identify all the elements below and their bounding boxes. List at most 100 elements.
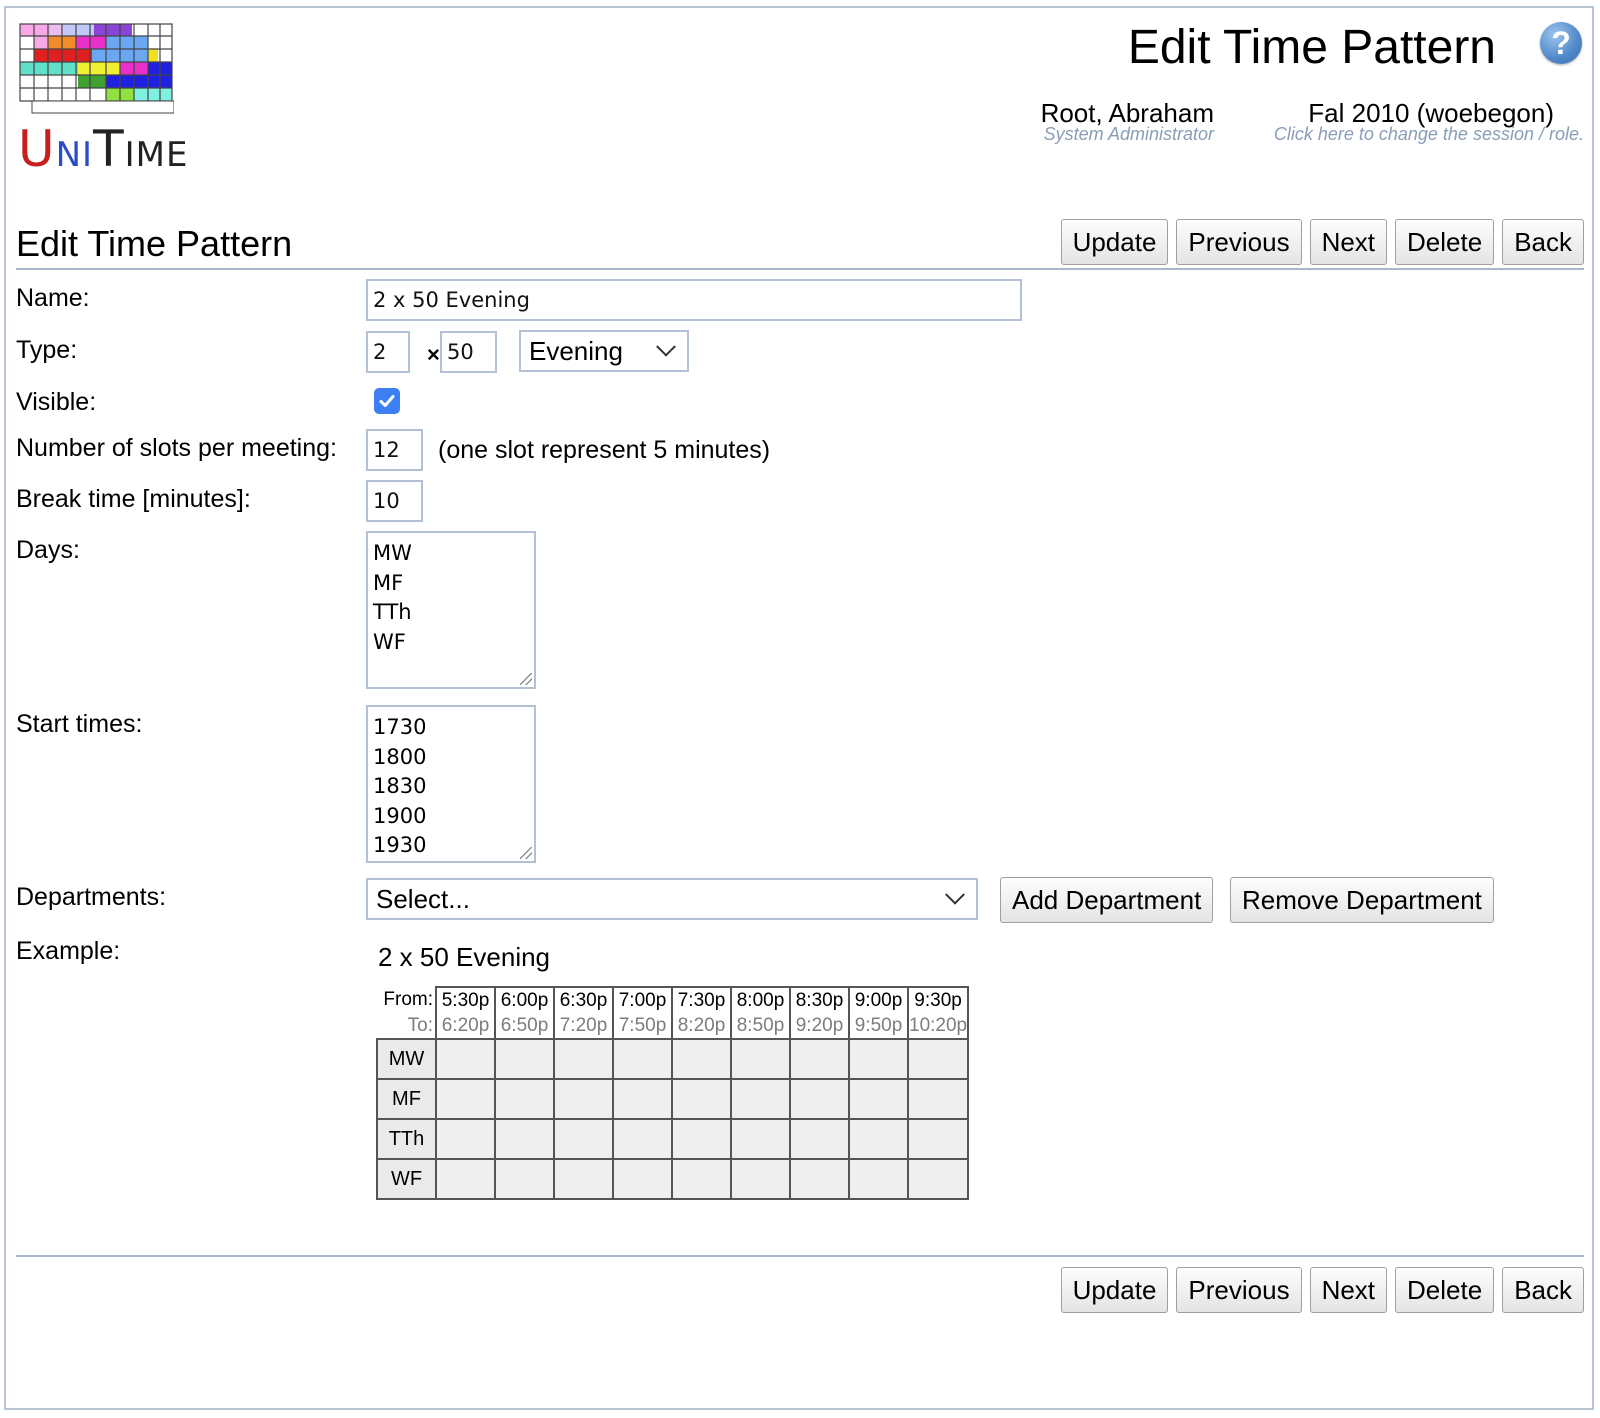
remove-department-button[interactable]: Remove Department	[1230, 877, 1494, 923]
departments-select[interactable]: Select...	[366, 878, 978, 920]
unitime-wordmark: UNITIME	[18, 124, 188, 174]
update-button[interactable]: Update	[1060, 1267, 1169, 1313]
grid-cell[interactable]	[789, 1038, 850, 1080]
from-time: 8:00p	[730, 986, 791, 1013]
grid-cell[interactable]	[435, 1078, 496, 1120]
grid-cell[interactable]	[612, 1158, 673, 1200]
from-time: 8:30p	[789, 986, 850, 1013]
grid-cell[interactable]	[789, 1118, 850, 1160]
grid-cell[interactable]	[435, 1118, 496, 1160]
grid-cell[interactable]	[612, 1038, 673, 1080]
grid-cell[interactable]	[494, 1158, 555, 1200]
to-time: 8:20p	[671, 1013, 732, 1039]
departments-label: Departments:	[16, 883, 167, 911]
grid-cell[interactable]	[553, 1118, 614, 1160]
back-button[interactable]: Back	[1502, 219, 1584, 265]
meetings-per-week-input[interactable]	[366, 331, 410, 373]
grid-row-header: TTh	[376, 1118, 437, 1160]
from-time: 9:30p	[906, 986, 970, 1013]
unitime-logo-icon	[18, 22, 174, 114]
previous-button[interactable]: Previous	[1176, 219, 1302, 265]
from-time: 6:30p	[553, 986, 614, 1013]
grid-cell[interactable]	[435, 1038, 496, 1080]
grid-cell[interactable]	[612, 1118, 673, 1160]
from-label: From:	[383, 989, 433, 1010]
visible-checkbox[interactable]	[374, 388, 400, 414]
grid-cell[interactable]	[730, 1118, 791, 1160]
from-time: 7:30p	[671, 986, 732, 1013]
type-select-value: Evening	[529, 335, 623, 366]
grid-cell[interactable]	[494, 1078, 555, 1120]
grid-cell[interactable]	[906, 1158, 970, 1200]
start-time-line: 1900	[373, 803, 427, 828]
name-input[interactable]	[366, 279, 1022, 321]
delete-button[interactable]: Delete	[1395, 219, 1495, 265]
grid-cell[interactable]	[671, 1078, 732, 1120]
checkmark-icon	[379, 395, 395, 407]
logo-letter-t: T	[93, 120, 125, 178]
grid-row-mw: MW	[376, 1038, 970, 1080]
slots-label: Number of slots per meeting:	[16, 434, 337, 462]
header-title: Edit Time Pattern	[1127, 21, 1496, 74]
minutes-per-meeting-input[interactable]	[440, 331, 497, 373]
delete-button[interactable]: Delete	[1395, 1267, 1495, 1313]
resize-handle-icon[interactable]	[520, 673, 532, 685]
grid-cell[interactable]	[612, 1078, 673, 1120]
to-time: 10:20p	[906, 1013, 970, 1039]
start-times-label: Start times:	[16, 710, 143, 738]
grid-cell[interactable]	[730, 1038, 791, 1080]
start-time-line: 1800	[373, 744, 427, 769]
grid-cell[interactable]	[671, 1118, 732, 1160]
chevron-down-icon	[945, 884, 965, 905]
grid-cell[interactable]	[789, 1158, 850, 1200]
update-button[interactable]: Update	[1060, 219, 1169, 265]
top-button-bar: Update Previous Next Delete Back	[1060, 219, 1584, 265]
grid-row-header: MW	[376, 1038, 437, 1080]
start-time-line: 1830	[373, 774, 427, 798]
from-time: 6:00p	[494, 986, 555, 1013]
slots-input[interactable]	[366, 429, 423, 471]
grid-cell[interactable]	[730, 1158, 791, 1200]
grid-cell[interactable]	[671, 1038, 732, 1080]
type-select[interactable]: Evening	[519, 330, 689, 372]
grid-cell[interactable]	[494, 1118, 555, 1160]
grid-cell[interactable]	[494, 1038, 555, 1080]
grid-cell[interactable]	[671, 1158, 732, 1200]
question-mark-icon[interactable]: ?	[1540, 22, 1582, 64]
example-time-grid: From: 5:30p 6:00p 6:30p 7:00p 7:30p 8:00…	[376, 986, 970, 1200]
grid-cell[interactable]	[906, 1078, 970, 1120]
grid-cell[interactable]	[848, 1118, 909, 1160]
visible-label: Visible:	[16, 388, 97, 416]
grid-cell[interactable]	[553, 1038, 614, 1080]
resize-handle-icon[interactable]	[520, 847, 532, 859]
back-button[interactable]: Back	[1502, 1267, 1584, 1313]
next-button[interactable]: Next	[1309, 219, 1388, 265]
grid-cell[interactable]	[906, 1038, 970, 1080]
grid-cell[interactable]	[848, 1158, 909, 1200]
grid-cell[interactable]	[906, 1118, 970, 1160]
to-time: 8:50p	[730, 1013, 791, 1039]
days-textarea[interactable]: MW MF TTh WF	[366, 531, 536, 689]
grid-cell[interactable]	[848, 1078, 909, 1120]
grid-cell[interactable]	[789, 1078, 850, 1120]
grid-row-mf: MF	[376, 1078, 970, 1120]
user-role[interactable]: System Administrator	[1044, 124, 1214, 145]
grid-cell[interactable]	[553, 1158, 614, 1200]
break-time-input[interactable]	[366, 480, 423, 522]
session-change-hint[interactable]: Click here to change the session / role.	[1274, 124, 1584, 145]
previous-button[interactable]: Previous	[1176, 1267, 1302, 1313]
start-times-textarea[interactable]: 1730 1800 1830 1900 1930	[366, 705, 536, 863]
header-divider	[16, 268, 1584, 270]
grid-cell[interactable]	[848, 1038, 909, 1080]
example-pattern-name: 2 x 50 Evening	[378, 942, 551, 972]
add-department-button[interactable]: Add Department	[1000, 877, 1214, 923]
start-time-line: 1930	[373, 833, 427, 857]
next-button[interactable]: Next	[1309, 1267, 1388, 1313]
grid-cell[interactable]	[553, 1078, 614, 1120]
grid-row-tth: TTh	[376, 1118, 970, 1160]
grid-cell[interactable]	[435, 1158, 496, 1200]
bottom-button-bar: Update Previous Next Delete Back	[1060, 1267, 1584, 1313]
logo-letters-ime: IME	[124, 135, 189, 175]
grid-cell[interactable]	[730, 1078, 791, 1120]
logo-letters-ni: NI	[55, 135, 94, 175]
